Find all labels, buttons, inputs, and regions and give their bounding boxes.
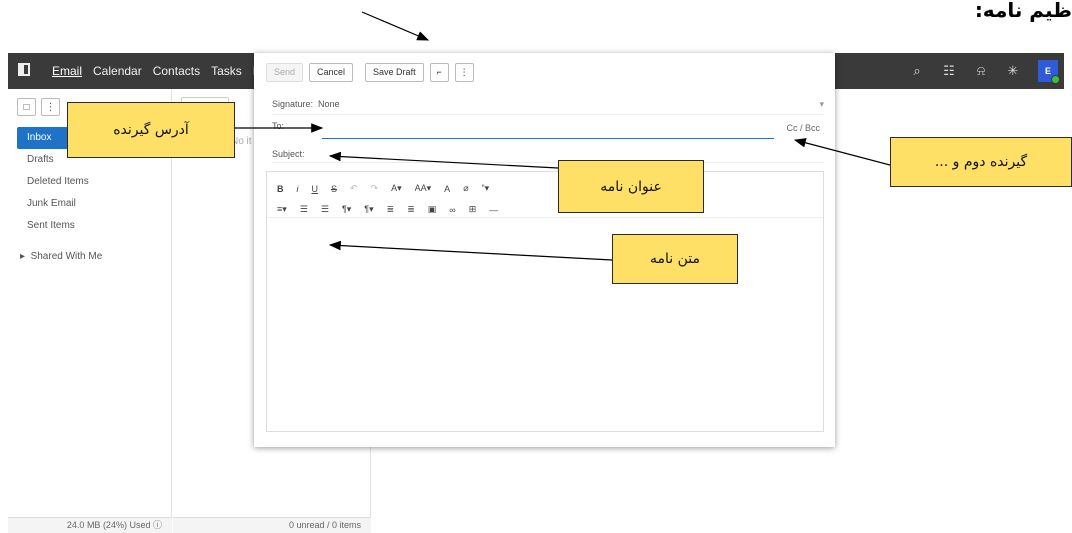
font-color-icon[interactable]: A▾ xyxy=(391,183,402,194)
cc-bcc-link[interactable]: Cc / Bcc xyxy=(786,123,820,133)
bell-icon[interactable]: ⍾ xyxy=(974,63,988,79)
table-icon[interactable]: ⊞ xyxy=(469,204,477,215)
subject-label: Subject: xyxy=(272,149,305,159)
compose-dialog: Send Cancel Save Draft ⌐ ⋮ Signature: No… xyxy=(254,53,835,447)
nav-calendar[interactable]: Calendar xyxy=(93,64,142,78)
message-body-editor[interactable]: B i U S ↶ ↷ A▾ AA▾ A ⌀ “▾ ≡▾ ☰ ☰ ¶▾ ¶▾ ≣… xyxy=(266,171,824,432)
sidebar-tools: □ ⋮ xyxy=(17,98,60,116)
nav-email[interactable]: Email xyxy=(52,64,82,78)
callout-body: متن نامه xyxy=(612,234,738,284)
info-icon[interactable]: ⓘ xyxy=(153,520,162,530)
page-heading: ظیم نامه: xyxy=(974,0,1072,22)
callout-second-recipient: گیرنده دوم و ... xyxy=(890,137,1072,187)
more-options-icon[interactable]: ⋮ xyxy=(454,63,474,82)
quota-text: 24.0 MB (24%) Used xyxy=(66,520,151,530)
shared-label: Shared With Me xyxy=(30,251,103,262)
numbered-list-icon[interactable]: ☰ xyxy=(300,204,308,215)
direction-icon[interactable]: ¶▾ xyxy=(364,204,373,215)
outdent-icon[interactable]: ≣ xyxy=(407,204,415,215)
cancel-button[interactable]: Cancel xyxy=(309,63,354,82)
nav-contacts[interactable]: Contacts xyxy=(153,64,200,78)
send-button[interactable]: Send xyxy=(266,63,304,82)
to-label: To: xyxy=(272,121,285,131)
compose-toolbar: Send Cancel Save Draft ⌐ ⋮ xyxy=(266,63,474,82)
italic-icon[interactable]: i xyxy=(297,184,299,194)
quota-footer: 24.0 MB (24%) Used ⓘ xyxy=(8,517,172,533)
avatar[interactable]: E xyxy=(1038,60,1060,84)
image-icon[interactable]: ▣ xyxy=(428,204,437,215)
indent-icon[interactable]: ≣ xyxy=(387,204,395,215)
underline-icon[interactable]: U xyxy=(312,184,319,194)
callout-subject: عنوان نامه xyxy=(558,160,704,213)
sidebar-toggle-icon[interactable] xyxy=(18,63,30,76)
chat-icon[interactable]: ☷ xyxy=(942,63,956,79)
search-icon[interactable]: ⌕ xyxy=(910,63,924,79)
link-icon[interactable]: ∞ xyxy=(449,205,455,215)
nav-tasks[interactable]: Tasks xyxy=(211,64,242,78)
format-toolbar: B i U S ↶ ↷ A▾ AA▾ A ⌀ “▾ ≡▾ ☰ ☰ ¶▾ ¶▾ ≣… xyxy=(277,178,817,220)
folder-deleted[interactable]: Deleted Items xyxy=(17,171,167,193)
undo-icon[interactable]: ↶ xyxy=(350,183,358,194)
folder-icon[interactable]: □ xyxy=(17,98,36,116)
attach-icon[interactable]: ⌐ xyxy=(429,63,449,82)
folder-junk[interactable]: Junk Email xyxy=(17,193,167,215)
chevron-down-icon[interactable]: ▾ xyxy=(819,99,824,110)
align-icon[interactable]: ≡▾ xyxy=(277,204,287,215)
to-row: To: Cc / Bcc xyxy=(272,121,824,139)
signature-value: None xyxy=(318,99,340,109)
paragraph-icon[interactable]: ¶▾ xyxy=(342,204,351,215)
redo-icon[interactable]: ↷ xyxy=(371,183,379,194)
quote-icon[interactable]: “▾ xyxy=(482,183,490,194)
app-nav: Email Calendar Contacts Tasks M xyxy=(52,64,263,78)
subject-row[interactable]: Subject: xyxy=(272,149,824,163)
settings-icon[interactable]: ✳ xyxy=(1006,63,1020,79)
strikethrough-icon[interactable]: S xyxy=(331,184,337,194)
more-icon[interactable]: ⋮ xyxy=(41,98,60,116)
font-size-icon[interactable]: AA▾ xyxy=(415,183,432,194)
top-icons: ⌕ ☷ ⍾ ✳ E xyxy=(910,53,1064,89)
bold-icon[interactable]: B xyxy=(277,184,284,194)
eraser-icon[interactable]: ⌀ xyxy=(463,183,468,194)
save-draft-button[interactable]: Save Draft xyxy=(365,63,424,82)
callout-recipient: آدرس گیرنده xyxy=(67,102,235,158)
folder-sent[interactable]: Sent Items xyxy=(17,215,167,237)
to-input[interactable] xyxy=(322,138,774,139)
signature-row[interactable]: Signature: None ▾ xyxy=(272,99,824,115)
highlight-icon[interactable]: A xyxy=(444,184,450,194)
message-count: 0 unread / 0 items xyxy=(173,517,371,533)
shared-with-me[interactable]: ▸ Shared With Me xyxy=(20,251,102,262)
editor-divider xyxy=(267,217,823,218)
bullet-list-icon[interactable]: ☰ xyxy=(321,204,329,215)
signature-label: Signature: xyxy=(272,99,314,109)
arrow-top xyxy=(361,11,430,41)
hr-icon[interactable]: — xyxy=(489,205,498,215)
